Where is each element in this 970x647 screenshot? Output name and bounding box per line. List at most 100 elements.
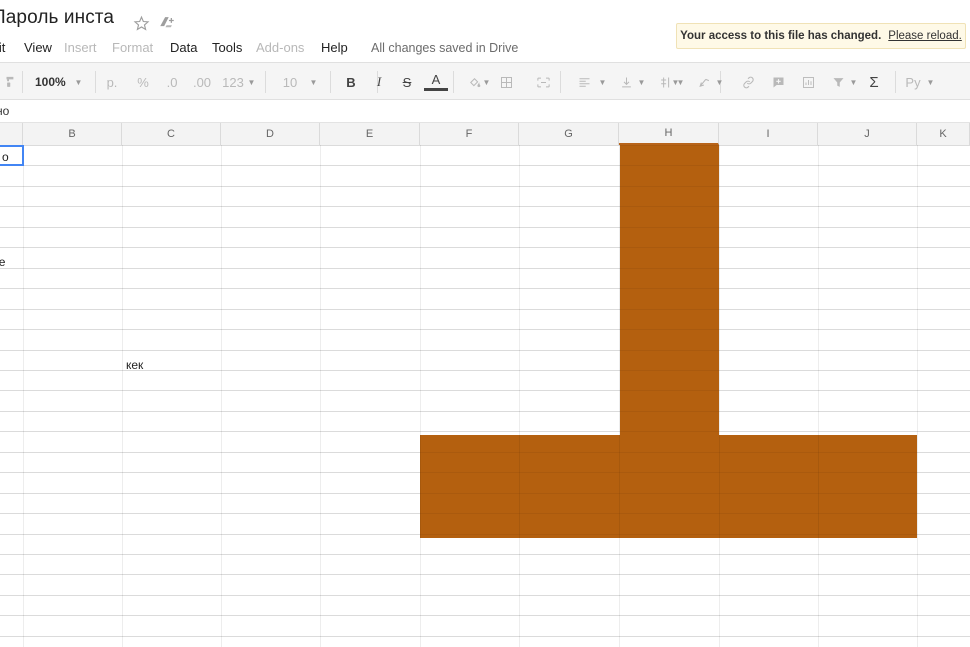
number-format-caret[interactable]: ▼ xyxy=(246,70,257,94)
menu-item-view[interactable]: View xyxy=(24,36,52,60)
toolbar-divider xyxy=(95,71,96,93)
column-header-C[interactable]: C xyxy=(122,123,221,145)
grid-column-line xyxy=(519,145,520,647)
insert-comment-icon[interactable] xyxy=(766,70,790,94)
filter-icon[interactable] xyxy=(826,70,850,94)
strikethrough-button[interactable]: S xyxy=(396,70,418,94)
valign-caret[interactable]: ▼ xyxy=(636,70,647,94)
text-color-button[interactable]: A xyxy=(424,70,448,91)
horizontal-align-icon[interactable] xyxy=(572,70,596,94)
currency-format-button[interactable]: р. xyxy=(100,70,124,94)
script-menu-button[interactable]: Py xyxy=(900,70,926,94)
menu-item-add-ons: Add-ons xyxy=(256,40,305,55)
increase-decimal-button[interactable]: .00 xyxy=(189,70,215,94)
grid-column-line xyxy=(23,145,24,647)
spreadsheet-grid: BCDEFGHIJK о ие кек xyxy=(0,123,970,647)
cell-a5[interactable]: ие xyxy=(0,252,5,272)
toolbar-divider xyxy=(265,71,266,93)
script-caret[interactable]: ▼ xyxy=(925,70,936,94)
grid-column-line xyxy=(122,145,123,647)
menu-item-insert: Insert xyxy=(64,40,97,55)
vertical-align-icon[interactable] xyxy=(615,70,637,94)
column-header-B[interactable]: B xyxy=(23,123,122,145)
grid-column-line xyxy=(420,145,421,647)
decrease-decimal-button[interactable]: .0 xyxy=(160,70,184,94)
star-icon[interactable] xyxy=(132,14,150,32)
menu-item-data[interactable]: Data xyxy=(170,36,197,60)
column-header-a[interactable] xyxy=(0,123,23,145)
filter-caret[interactable]: ▼ xyxy=(848,70,859,94)
halign-caret[interactable]: ▼ xyxy=(597,70,608,94)
formula-bar[interactable]: но xyxy=(0,100,970,123)
column-header-D[interactable]: D xyxy=(221,123,320,145)
grid-row-line-overlay xyxy=(0,145,970,146)
grid-row-line-overlay xyxy=(0,493,970,494)
grid-row-line-overlay xyxy=(0,636,970,637)
toolbar-divider xyxy=(22,71,23,93)
cell-a1[interactable]: о xyxy=(2,147,9,167)
orange-vertical-bar[interactable] xyxy=(620,145,719,435)
grid-row-line-overlay xyxy=(0,534,970,535)
grid-row-line-overlay xyxy=(0,595,970,596)
grid-row-line-overlay xyxy=(0,350,970,351)
column-header-H[interactable]: H xyxy=(619,123,719,145)
grid-row-line-overlay xyxy=(0,329,970,330)
page-title[interactable]: Пароль инста xyxy=(0,7,114,29)
grid-row-line-overlay xyxy=(0,574,970,575)
menu-item-help[interactable]: Help xyxy=(321,36,348,60)
grid-row-line-overlay xyxy=(0,268,970,269)
fill-color-caret[interactable]: ▼ xyxy=(481,70,492,94)
merge-cells-icon[interactable] xyxy=(530,70,556,94)
grid-row-line-overlay xyxy=(0,288,970,289)
grid-row-line-overlay xyxy=(0,452,970,453)
menu-bar: lit View Insert Format Data Tools Add-ons Help A… xyxy=(0,36,970,60)
rotation-caret[interactable]: ▼ xyxy=(714,70,725,94)
grid-row-line-overlay xyxy=(0,227,970,228)
column-header-G[interactable]: G xyxy=(519,123,619,145)
insert-link-icon[interactable] xyxy=(736,70,760,94)
grid-column-line xyxy=(221,145,222,647)
column-header-I[interactable]: I xyxy=(719,123,818,145)
zoom-caret[interactable]: ▼ xyxy=(73,70,84,94)
column-header-J[interactable]: J xyxy=(818,123,917,145)
toolbar: 100% р.% .0.00 123 10 B I S A Σ Py ▼ ▼ ▼ ▼ ▼ ▼ ▼ ▼ ▼ ▼ ▼ xyxy=(0,62,970,100)
grid-cells-area[interactable]: о ие кек xyxy=(0,145,970,647)
formula-input[interactable]: но xyxy=(0,104,9,118)
cell-c11[interactable]: кек xyxy=(126,355,143,375)
grid-row-line-overlay xyxy=(0,186,970,187)
functions-button[interactable]: Σ xyxy=(862,70,886,94)
bold-button[interactable]: B xyxy=(340,70,362,94)
grid-column-line xyxy=(320,145,321,647)
grid-column-line xyxy=(917,145,918,647)
grid-row-line-overlay xyxy=(0,554,970,555)
grid-column-line xyxy=(619,145,620,647)
move-to-drive-icon[interactable] xyxy=(158,14,176,32)
menu-item-lit[interactable]: lit xyxy=(0,36,5,60)
grid-row-line-overlay xyxy=(0,615,970,616)
column-header-row: BCDEFGHIJK xyxy=(0,123,970,145)
borders-icon[interactable] xyxy=(494,70,518,94)
orange-horizontal-bar[interactable] xyxy=(420,435,917,538)
font-size-caret[interactable]: ▼ xyxy=(308,70,319,94)
zoom-level-label: 100% xyxy=(35,75,66,89)
grid-row-line-overlay xyxy=(0,411,970,412)
wrap-caret[interactable]: ▼ xyxy=(675,70,686,94)
toolbar-divider xyxy=(453,71,454,93)
text-rotation-icon[interactable] xyxy=(692,70,716,94)
column-header-F[interactable]: F xyxy=(420,123,519,145)
grid-column-line xyxy=(719,145,720,647)
paint-format-icon[interactable] xyxy=(0,70,22,94)
menu-item-tools[interactable]: Tools xyxy=(212,36,242,60)
toolbar-divider xyxy=(895,71,896,93)
insert-chart-icon[interactable] xyxy=(796,70,820,94)
column-header-E[interactable]: E xyxy=(320,123,420,145)
menu-item-format: Format xyxy=(112,40,154,55)
column-header-K[interactable]: K xyxy=(917,123,970,145)
more-formats-button[interactable]: 123 xyxy=(218,70,248,94)
grid-row-line-overlay xyxy=(0,472,970,473)
font-size-field[interactable]: 10 xyxy=(268,70,312,94)
percent-format-button[interactable]: % xyxy=(131,70,155,94)
italic-button[interactable]: I xyxy=(368,70,390,94)
grid-row-line-overlay xyxy=(0,309,970,310)
toolbar-divider xyxy=(330,71,331,93)
